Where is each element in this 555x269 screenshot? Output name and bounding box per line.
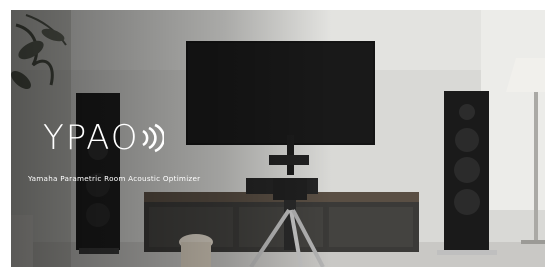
logo-tagline: Yamaha Parametric Room Acoustic Optimize…: [28, 174, 201, 183]
sound-waves-icon: [142, 123, 164, 153]
logo-text: YPAO: [43, 118, 140, 158]
hero-image: YPAO Yamaha Parametric Room Acoustic Opt…: [11, 10, 545, 267]
ypao-logo: YPAO: [43, 121, 164, 155]
